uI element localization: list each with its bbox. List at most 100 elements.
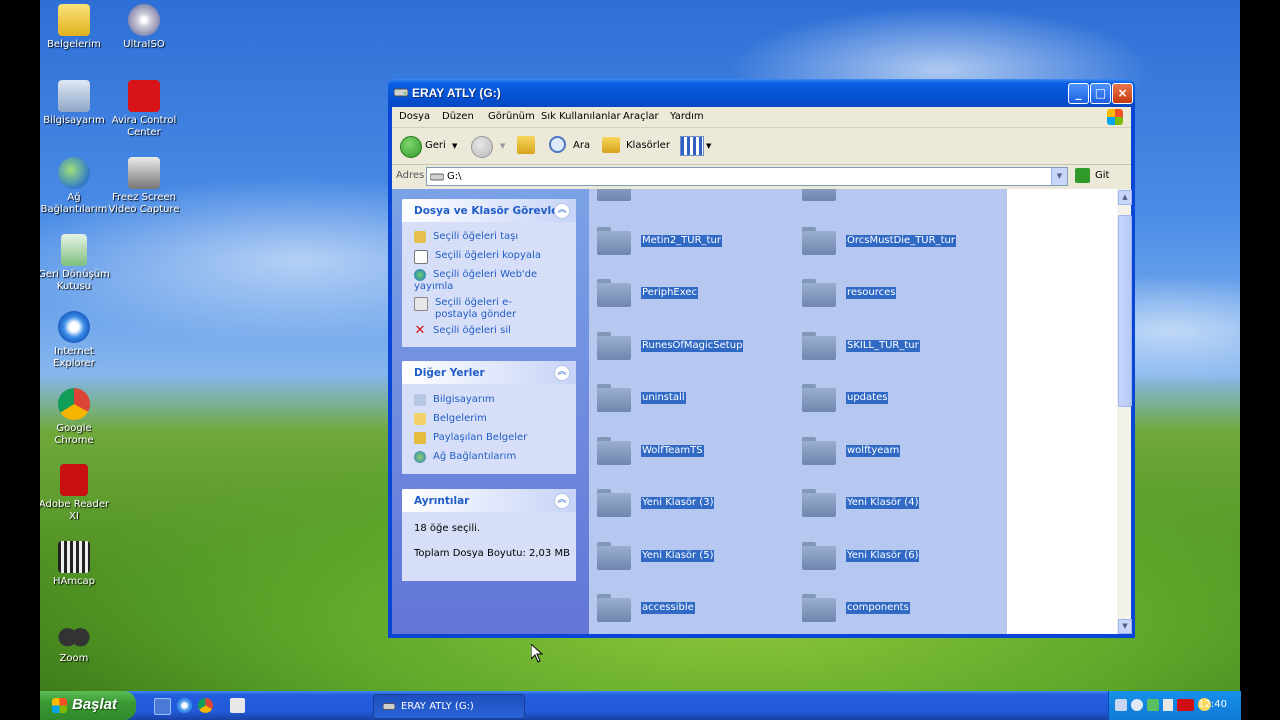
go-arrow-icon[interactable] xyxy=(1075,168,1090,183)
scroll-thumb[interactable] xyxy=(1118,215,1132,407)
maximize-icon: □ xyxy=(1094,86,1107,100)
address-label: Adres xyxy=(396,170,425,181)
place-shared-documents[interactable]: Paylaşılan Belgeler xyxy=(414,432,527,444)
desktop-icon-ultraiso[interactable]: UltraISO xyxy=(108,4,180,51)
task-copy[interactable]: Seçili öğeleri kopyala xyxy=(414,250,541,264)
collapse-chevron-icon[interactable]: ︽ xyxy=(554,493,570,509)
details-header[interactable]: Ayrıntılar ︽ xyxy=(402,489,576,512)
back-dropdown-icon[interactable]: ▼ xyxy=(452,136,457,156)
forward-arrow-icon[interactable] xyxy=(471,136,493,158)
task-email[interactable]: Seçili öğeleri e-postayla gönder xyxy=(414,297,554,321)
close-button[interactable]: × xyxy=(1112,83,1133,104)
menu-dosya[interactable]: Dosya xyxy=(399,111,430,122)
menu-araclar[interactable]: Araçlar xyxy=(623,111,659,122)
folder-item[interactable]: Yeni Klasör (6) xyxy=(794,536,994,576)
folder-item[interactable]: PeriphExec xyxy=(589,273,789,313)
place-my-documents[interactable]: Belgelerim xyxy=(414,413,487,425)
desktop-icon-freez-screen[interactable]: Freez Screen Video Capture xyxy=(108,157,180,216)
start-button[interactable]: Başlat xyxy=(40,691,136,720)
forward-dropdown-icon[interactable]: ▼ xyxy=(500,136,505,156)
address-dropdown-icon[interactable]: ▼ xyxy=(1051,168,1067,185)
window-client: Dosya Düzen Görünüm Sık Kullanılanlar Ar… xyxy=(392,107,1132,634)
desktop-icon-network[interactable]: Ağ Bağlantılarım xyxy=(40,157,110,216)
tray-app-icon[interactable] xyxy=(1147,699,1159,711)
folder-item[interactable]: WolfTeamTS xyxy=(589,431,789,471)
views-dropdown-icon[interactable]: ▼ xyxy=(706,136,711,156)
folder-item[interactable]: accessible xyxy=(589,588,789,628)
desktop-icon-my-computer[interactable]: Bilgisayarım xyxy=(40,80,110,127)
back-button[interactable]: Geri xyxy=(425,136,446,156)
place-my-computer[interactable]: Bilgisayarım xyxy=(414,394,495,406)
other-places-header[interactable]: Diğer Yerler ︽ xyxy=(402,361,576,384)
file-tasks-header[interactable]: Dosya ve Klasör Görevleri ︽ xyxy=(402,199,576,222)
folder-item[interactable]: updates xyxy=(794,378,994,418)
folder-item[interactable]: SKILL_TUR_tur xyxy=(794,326,994,366)
folder-item[interactable]: components xyxy=(794,588,994,628)
quicklaunch-desktop-icon[interactable] xyxy=(154,698,171,715)
desktop-icon-avira[interactable]: Avira Control Center xyxy=(108,80,180,139)
desktop-icon-chrome[interactable]: Google Chrome xyxy=(40,388,110,447)
folder-item[interactable]: Yeni Klasör (4) xyxy=(794,483,994,523)
go-button[interactable]: Git xyxy=(1095,170,1109,181)
title-bar[interactable]: ERAY ATLY (G:) _ □ × xyxy=(388,79,1135,107)
minimize-button[interactable]: _ xyxy=(1068,83,1089,104)
task-publish-web[interactable]: Seçili öğeleri Web'de yayımla xyxy=(414,269,544,293)
quicklaunch-app-icon[interactable] xyxy=(230,698,245,713)
views-icon[interactable] xyxy=(680,136,704,156)
tray-network-icon[interactable] xyxy=(1115,699,1127,711)
folder-icon xyxy=(597,594,631,622)
collapse-chevron-icon[interactable]: ︽ xyxy=(554,365,570,381)
menu-gorunum[interactable]: Görünüm xyxy=(488,111,535,122)
folder-icon xyxy=(597,279,631,307)
tray-ati-icon[interactable] xyxy=(1177,699,1194,711)
menu-yardim[interactable]: Yardım xyxy=(670,111,704,122)
folder-item[interactable]: OrcsMustDie_TUR_tur xyxy=(794,221,994,261)
up-folder-icon[interactable] xyxy=(517,136,535,154)
desktop-icon-internet-explorer[interactable]: Internet Explorer xyxy=(40,311,110,370)
desktop-icon-hamcap[interactable]: HAmcap xyxy=(40,541,110,588)
folder-icon xyxy=(802,384,836,412)
folder-item[interactable]: uninstall xyxy=(589,378,789,418)
scroll-down-icon[interactable]: ▼ xyxy=(1118,619,1132,634)
place-network[interactable]: Ağ Bağlantılarım xyxy=(414,451,516,463)
folders-icon[interactable] xyxy=(602,137,620,153)
folders-button[interactable]: Klasörler xyxy=(626,136,670,156)
search-button[interactable]: Ara xyxy=(573,136,590,156)
folder-item[interactable]: wolftyeam xyxy=(794,431,994,471)
folder-item[interactable]: Yeni Klasör (5) xyxy=(589,536,789,576)
desktop-icon-zoom[interactable]: Zoom xyxy=(40,618,110,665)
desktop-icon-my-documents[interactable]: Belgelerim xyxy=(40,4,110,51)
back-arrow-icon[interactable] xyxy=(400,136,422,158)
avira-icon xyxy=(128,80,160,112)
search-icon[interactable] xyxy=(549,136,566,153)
folder-item[interactable]: resources xyxy=(794,273,994,313)
windows-flag-icon xyxy=(52,698,67,713)
collapse-chevron-icon[interactable]: ︽ xyxy=(554,203,570,219)
task-move[interactable]: Seçili öğeleri taşı xyxy=(414,231,518,243)
folder-item[interactable]: Metin2_TUR_tur xyxy=(589,221,789,261)
tray-search-icon[interactable] xyxy=(1131,699,1143,711)
quicklaunch-chrome-icon[interactable] xyxy=(198,698,213,713)
taskbar-window-button[interactable]: ERAY ATLY (G:) xyxy=(373,694,525,719)
folder-icon xyxy=(597,189,631,201)
tray-volume-icon[interactable] xyxy=(1163,699,1173,711)
vertical-scrollbar[interactable]: ▲ ▼ xyxy=(1117,189,1132,634)
task-delete[interactable]: ✕ Seçili öğeleri sil xyxy=(414,324,511,337)
maximize-button[interactable]: □ xyxy=(1090,83,1111,104)
folder-item[interactable]: Yeni Klasör (3) xyxy=(589,483,789,523)
folder-partial-top[interactable] xyxy=(589,189,789,207)
quicklaunch-ie-icon[interactable] xyxy=(177,698,192,713)
folder-partial-top[interactable] xyxy=(794,189,994,207)
desktop-icon-recycle-bin[interactable]: Geri Dönüşüm Kutusu xyxy=(40,234,110,293)
my-computer-small-icon xyxy=(414,394,426,406)
windows-logo-icon xyxy=(1107,109,1123,125)
drive-icon xyxy=(394,88,408,97)
menu-duzen[interactable]: Düzen xyxy=(442,111,474,122)
address-field[interactable]: G:\ ▼ xyxy=(426,167,1068,186)
desktop-icon-adobe-reader[interactable]: Adobe Reader XI xyxy=(40,464,110,523)
scroll-up-icon[interactable]: ▲ xyxy=(1118,190,1132,205)
globe-icon xyxy=(414,269,426,281)
folder-item[interactable]: RunesOfMagicSetup xyxy=(589,326,789,366)
taskbar: Başlat ERAY ATLY (G:) 12:40 xyxy=(40,691,1241,720)
menu-favorites[interactable]: Sık Kullanılanlar xyxy=(541,111,621,122)
